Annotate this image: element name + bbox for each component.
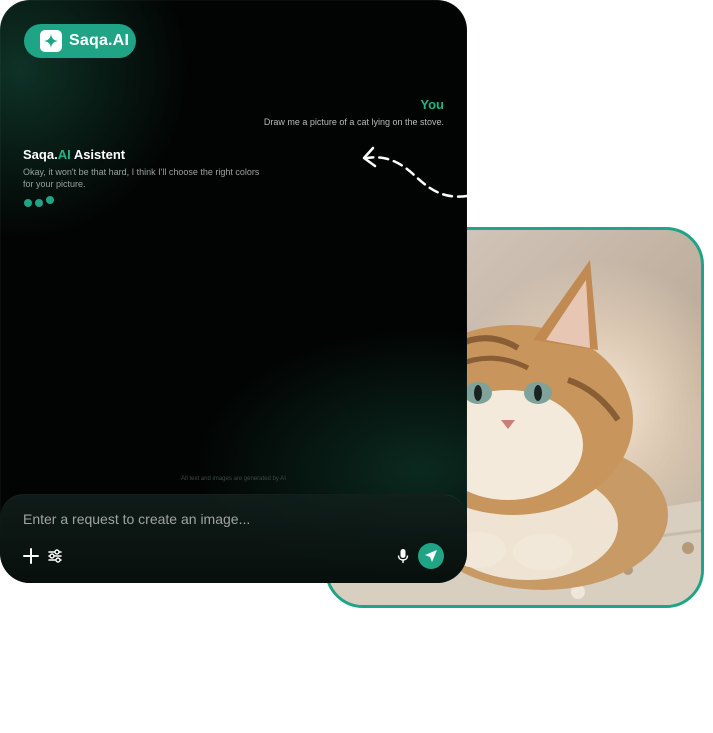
typing-dot (46, 196, 54, 204)
assistant-title-prefix: Saqa. (23, 147, 58, 162)
user-message: Draw me a picture of a cat lying on the … (263, 117, 444, 127)
brand-logo[interactable]: Saqa.AI (24, 24, 136, 58)
assistant-title: Saqa.AI Asistent (23, 147, 125, 162)
ai-disclaimer: All text and images are generated by AI (181, 476, 286, 482)
sparkle-icon (40, 30, 62, 52)
prompt-input[interactable] (23, 511, 403, 527)
sliders-icon[interactable] (47, 548, 63, 564)
typing-dot (35, 199, 43, 207)
assistant-title-ai: AI (57, 147, 71, 162)
assistant-title-suffix: Asistent (70, 147, 126, 162)
microphone-icon[interactable] (395, 548, 411, 564)
typing-indicator (24, 196, 54, 207)
dashed-arrow-icon (362, 146, 469, 198)
composer (0, 494, 467, 583)
typing-dot (24, 199, 32, 207)
send-button[interactable] (418, 543, 444, 569)
brand-name: Saqa.AI (69, 32, 130, 49)
send-icon (425, 550, 437, 562)
user-label: You (420, 97, 444, 112)
plus-icon[interactable] (23, 548, 39, 564)
assistant-message: Okay, it won't be that hard, I think I'l… (23, 167, 260, 189)
chat-panel: Saqa.AI You Draw me a picture of a cat l… (0, 0, 467, 583)
